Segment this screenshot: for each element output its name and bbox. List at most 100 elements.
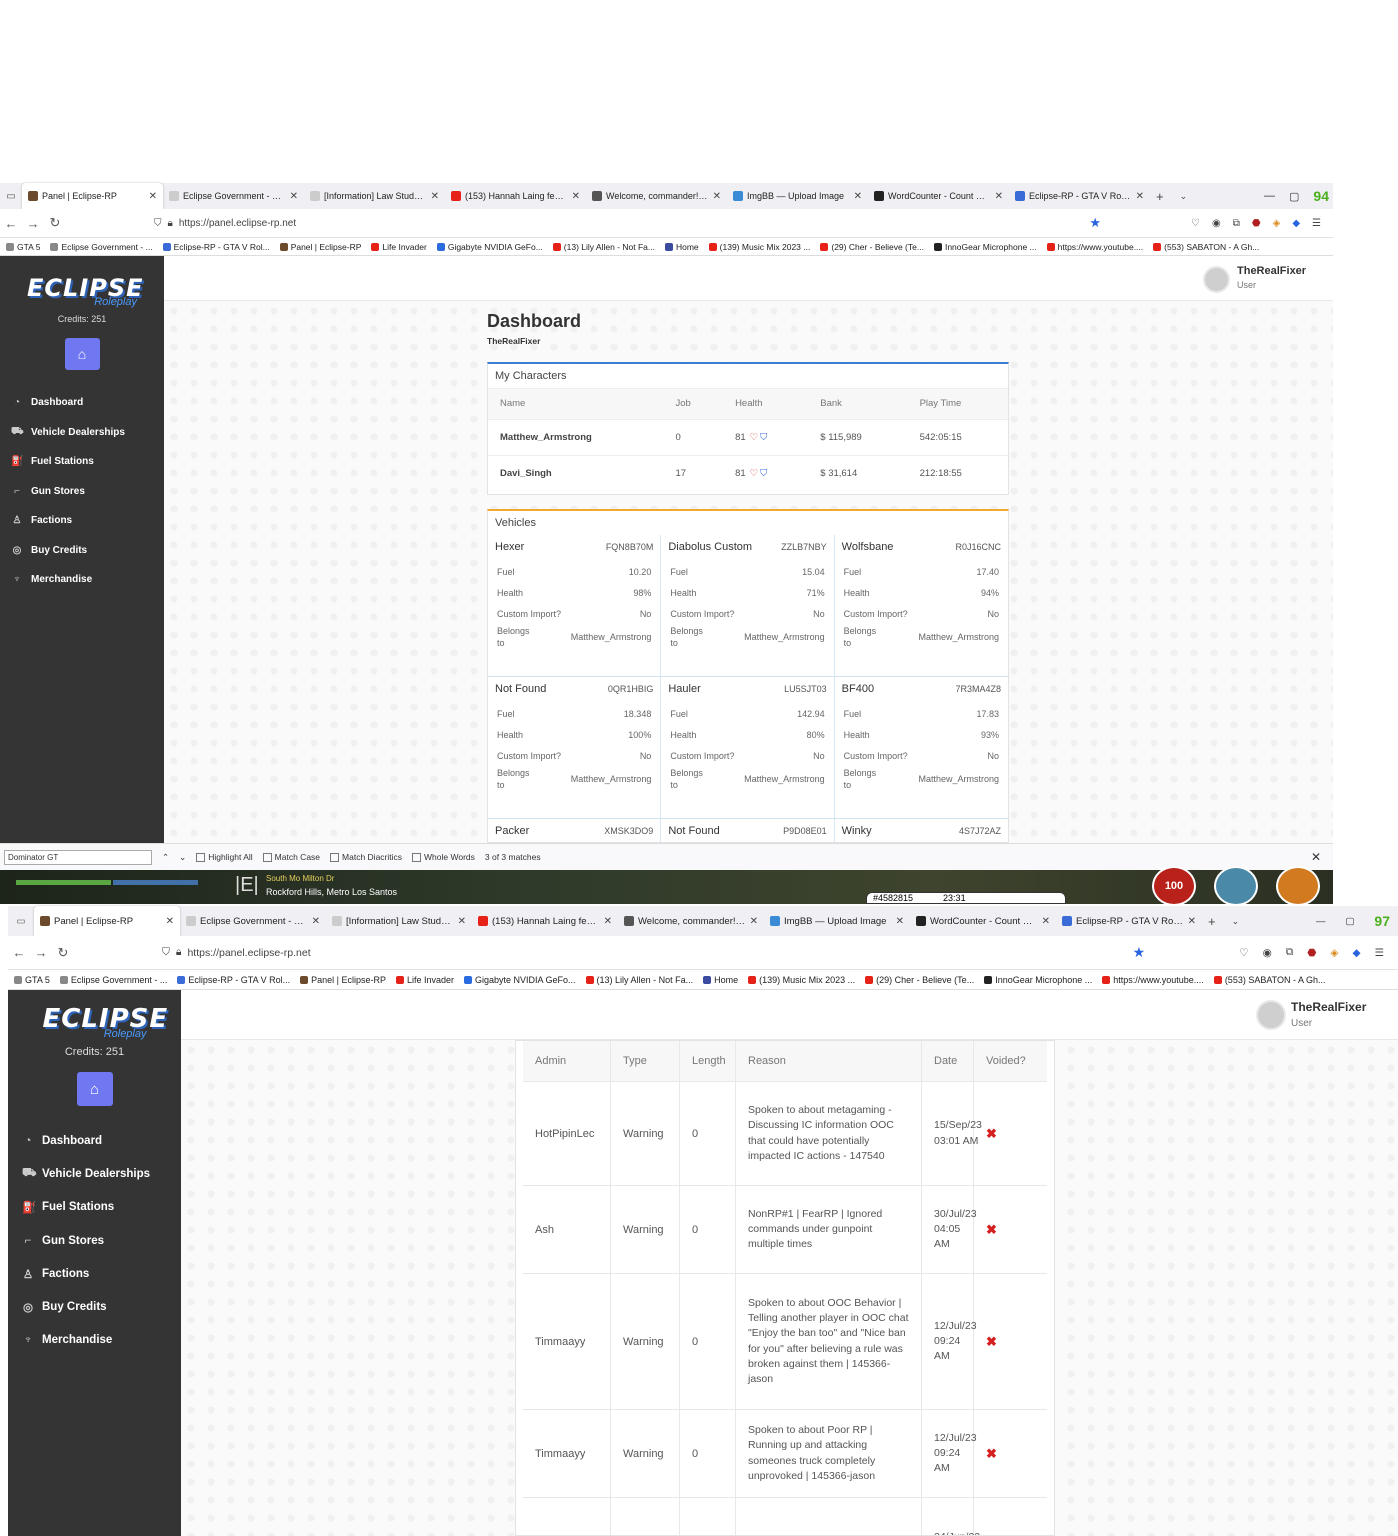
forward-icon[interactable]: → bbox=[30, 945, 52, 960]
sidebar-item-dashboard[interactable]: ◔ Dashboard bbox=[8, 1124, 181, 1157]
table-row[interactable]: Davi_Singh 17 81 ♡ ⛉ $ 31,614 212:18:55 bbox=[488, 454, 1008, 491]
tab-4[interactable]: Welcome, commander! - Sl ✕ bbox=[618, 906, 764, 936]
forward-icon[interactable]: → bbox=[22, 216, 44, 231]
tab-close-icon[interactable]: ✕ bbox=[312, 916, 320, 927]
tab-close-icon[interactable]: ✕ bbox=[604, 916, 612, 927]
ublock-icon[interactable]: ⬣ bbox=[1252, 218, 1261, 229]
tab-0[interactable]: Panel | Eclipse-RP ✕ bbox=[34, 906, 180, 936]
back-icon[interactable]: ← bbox=[0, 216, 22, 231]
sidebar-item-buy-credits[interactable]: ◎ Buy Credits bbox=[8, 1290, 181, 1323]
bookmark-item[interactable]: (139) Music Mix 2023 ... bbox=[708, 242, 810, 252]
find-option-checkbox[interactable]: Highlight All bbox=[196, 852, 253, 862]
tab-7[interactable]: Eclipse-RP - GTA V Roleply ✕ bbox=[1009, 183, 1150, 209]
home-button[interactable]: ⌂ bbox=[76, 1072, 113, 1106]
bookmark-item[interactable]: Panel | Eclipse-RP bbox=[279, 242, 361, 252]
bookmark-item[interactable]: Eclipse-RP - GTA V Rol... bbox=[162, 242, 270, 252]
tab-4[interactable]: Welcome, commander! - Sl ✕ bbox=[586, 183, 727, 209]
tab-7[interactable]: Eclipse-RP - GTA V Roleply ✕ bbox=[1056, 906, 1202, 936]
tab-close-icon[interactable]: ✕ bbox=[458, 916, 466, 927]
extension-icon[interactable]: ⧉ bbox=[1286, 946, 1294, 959]
table-row[interactable]: Ash Warning 0 NonRP#1 | FearRP | Ignored co… bbox=[523, 1186, 1047, 1274]
bookmark-item[interactable]: Eclipse-RP - GTA V Rol... bbox=[177, 975, 290, 985]
tab-close-icon[interactable]: ✕ bbox=[290, 191, 298, 202]
address-field[interactable]: ⛉ 🔒︎ https://panel.eclipse-rp.net bbox=[146, 213, 1089, 233]
vehicle-card[interactable]: Not Found P9D08E01 bbox=[661, 819, 835, 842]
bookmark-item[interactable]: Home bbox=[664, 242, 699, 252]
bookmark-item[interactable]: (29) Cher - Believe (Te... bbox=[820, 242, 924, 252]
new-tab-button[interactable]: + bbox=[1208, 914, 1216, 929]
sidebar-item-fuel-stations[interactable]: ⛽ Fuel Stations bbox=[8, 1191, 181, 1224]
tab-1[interactable]: Eclipse Government - Post a ne ✕ bbox=[180, 906, 326, 936]
find-next-icon[interactable]: ⌄ bbox=[179, 852, 186, 863]
bookmark-item[interactable]: (139) Music Mix 2023 ... bbox=[748, 975, 855, 985]
bookmark-item[interactable]: (13) Lily Allen - Not Fa... bbox=[585, 975, 693, 985]
bookmark-item[interactable]: (553) SABATON - A Gh... bbox=[1153, 242, 1259, 252]
find-option-checkbox[interactable]: Match Case bbox=[262, 852, 320, 862]
vehicle-card[interactable]: Packer XMSK3DO9 bbox=[488, 819, 662, 842]
tab-close-icon[interactable]: ✕ bbox=[572, 191, 580, 202]
tab-close-icon[interactable]: ✕ bbox=[854, 191, 862, 202]
bookmark-item[interactable]: https://www.youtube.... bbox=[1046, 242, 1143, 252]
bookmark-item[interactable]: https://www.youtube.... bbox=[1102, 975, 1204, 985]
addon2-icon[interactable]: ◆ bbox=[1292, 218, 1300, 229]
bookmark-item[interactable]: InnoGear Microphone ... bbox=[933, 242, 1037, 252]
tab-close-icon[interactable]: ✕ bbox=[149, 191, 157, 202]
bookmark-star-icon[interactable]: ★ bbox=[1089, 215, 1101, 231]
tab-2[interactable]: [Information] Law Student Job ✕ bbox=[326, 906, 472, 936]
tab-1[interactable]: Eclipse Government - Post a ne ✕ bbox=[163, 183, 304, 209]
sidebar-item-buy-credits[interactable]: ◎ Buy Credits bbox=[0, 536, 164, 566]
sidebar-item-vehicle-dealerships[interactable]: ⛟ Vehicle Dealerships bbox=[0, 418, 164, 448]
tab-close-icon[interactable]: ✕ bbox=[896, 916, 904, 927]
tab-list-icon[interactable]: ▭ bbox=[0, 191, 22, 202]
menu-icon[interactable]: ☰ bbox=[1375, 947, 1384, 959]
minimize-icon[interactable]: — bbox=[1316, 916, 1326, 927]
extension-icon[interactable]: ⧉ bbox=[1233, 218, 1240, 229]
bookmark-item[interactable]: Eclipse Government - ... bbox=[50, 242, 153, 252]
table-row[interactable]: 24/Jun/23 bbox=[523, 1498, 1047, 1535]
tab-5[interactable]: ImgBB — Upload Image ✕ bbox=[764, 906, 910, 936]
bookmark-item[interactable]: InnoGear Microphone ... bbox=[984, 975, 1092, 985]
restore-icon[interactable]: ▢ bbox=[1345, 916, 1354, 927]
tab-6[interactable]: WordCounter - Count Wor ✕ bbox=[868, 183, 1009, 209]
table-row[interactable]: HotPipinLec Warning 0 Spoken to about metag… bbox=[523, 1082, 1047, 1186]
pocket-icon[interactable]: ♡ bbox=[1239, 947, 1248, 959]
tab-overflow-icon[interactable]: ⌄ bbox=[1180, 191, 1188, 202]
vehicle-card[interactable]: Hexer FQN8B70M Fuel 10.20 Health 98% Custom Im… bbox=[488, 535, 662, 677]
bookmark-item[interactable]: Home bbox=[703, 975, 738, 985]
tab-6[interactable]: WordCounter - Count Wor ✕ bbox=[910, 906, 1056, 936]
vehicle-card[interactable]: Wolfsbane R0J16CNC Fuel 17.40 Health 94% Custo… bbox=[834, 535, 1008, 677]
menu-icon[interactable]: ☰ bbox=[1312, 218, 1321, 229]
sidebar-item-gun-stores[interactable]: ⌐ Gun Stores bbox=[0, 477, 164, 507]
tab-3[interactable]: (153) Hannah Laing feat. Re ✕ bbox=[472, 906, 618, 936]
bookmark-star-icon[interactable]: ★ bbox=[1133, 944, 1146, 961]
pocket-icon[interactable]: ♡ bbox=[1191, 218, 1200, 229]
bookmark-item[interactable]: Eclipse Government - ... bbox=[59, 975, 167, 985]
sidebar-item-gun-stores[interactable]: ⌐ Gun Stores bbox=[8, 1224, 181, 1257]
vehicle-card[interactable]: Diabolus Custom ZZLB7NBY Fuel 15.04 Health 71… bbox=[661, 535, 835, 677]
bookmark-item[interactable]: (13) Lily Allen - Not Fa... bbox=[552, 242, 655, 252]
find-prev-icon[interactable]: ⌃ bbox=[162, 852, 169, 863]
addon2-icon[interactable]: ◆ bbox=[1353, 947, 1361, 959]
bookmark-item[interactable]: (553) SABATON - A Gh... bbox=[1213, 975, 1326, 985]
tab-close-icon[interactable]: ✕ bbox=[995, 191, 1003, 202]
sidebar-item-factions[interactable]: ♙ Factions bbox=[0, 506, 164, 536]
bookmark-item[interactable]: Life Invader bbox=[371, 242, 427, 252]
sidebar-item-dashboard[interactable]: ◔ Dashboard bbox=[0, 388, 164, 418]
reload-icon[interactable]: ↻ bbox=[44, 215, 66, 231]
bookmark-item[interactable]: (29) Cher - Believe (Te... bbox=[865, 975, 974, 985]
sidebar-item-vehicle-dealerships[interactable]: ⛟ Vehicle Dealerships bbox=[8, 1157, 181, 1190]
vehicle-card[interactable]: Not Found 0QR1HBIG Fuel 18.348 Health 100% Cus… bbox=[488, 677, 662, 819]
logo[interactable]: ECLIPSE Roleplay bbox=[43, 990, 168, 1040]
bookmark-item[interactable]: Life Invader bbox=[395, 975, 454, 985]
user-name[interactable]: TheRealFixer bbox=[1291, 1000, 1366, 1014]
avatar[interactable] bbox=[1203, 266, 1230, 293]
reload-icon[interactable]: ↻ bbox=[52, 945, 74, 961]
sidebar-item-merchandise[interactable]: ♆ Merchandise bbox=[8, 1324, 181, 1357]
tab-close-icon[interactable]: ✕ bbox=[1042, 916, 1050, 927]
find-option-checkbox[interactable]: Whole Words bbox=[412, 852, 475, 862]
tab-close-icon[interactable]: ✕ bbox=[750, 916, 758, 927]
bookmark-item[interactable]: GTA 5 bbox=[14, 975, 50, 985]
avatar[interactable] bbox=[1256, 1000, 1286, 1030]
sidebar-item-factions[interactable]: ♙ Factions bbox=[8, 1257, 181, 1290]
table-row[interactable]: Timmaayy Warning 0 Spoken to about Poor RP … bbox=[523, 1410, 1047, 1498]
